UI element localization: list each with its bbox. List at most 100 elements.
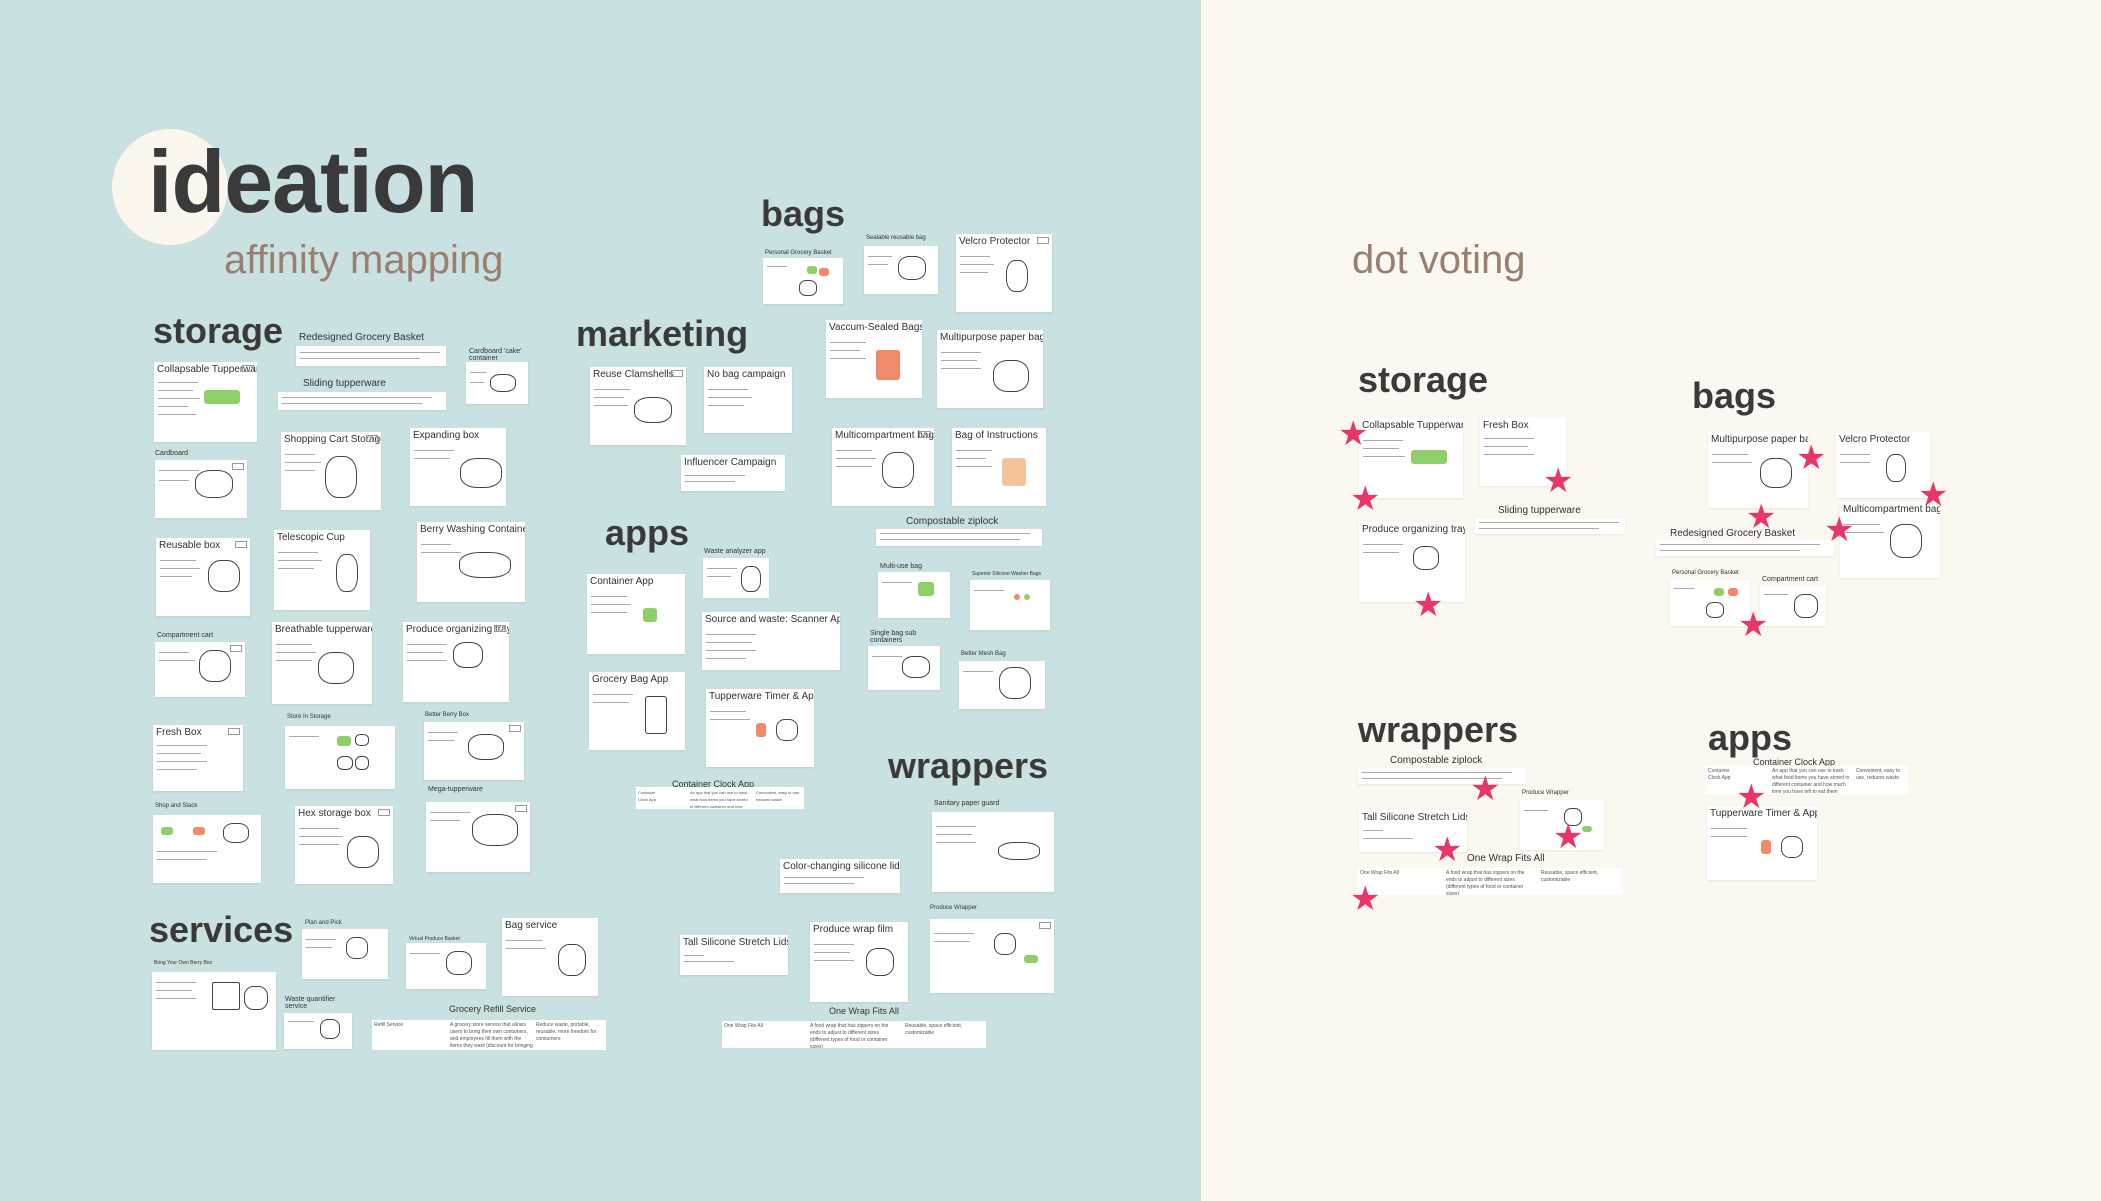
vote-star: ★: [1413, 586, 1444, 624]
card-grocery-refill[interactable]: Refill Service A grocery store service t…: [372, 1020, 606, 1050]
card-sliding-tupperware[interactable]: [278, 392, 446, 410]
card-tall-silicone[interactable]: Tall Silicone Stretch Lids: [680, 935, 788, 975]
vote-card-tupperware-timer[interactable]: Tupperware Timer & App: [1707, 806, 1817, 880]
vote-star: ★: [1470, 770, 1501, 808]
card-cardboard-cake-title: Cardboard 'cake' container: [469, 348, 522, 362]
card-expanding-box[interactable]: Expanding box: [410, 428, 506, 506]
card-cardboard-title: Cardboard: [155, 450, 189, 457]
card-multipurpose-paper-bag[interactable]: Multipurpose paper bag: [937, 330, 1043, 408]
card-produce-wrapper[interactable]: [930, 919, 1054, 993]
card-waste-analyzer-title: Waste analyzer app: [704, 548, 766, 555]
card-bring-your-own-title: Bring Your Own Berry Box: [154, 960, 213, 966]
card-multicompartment-bag[interactable]: Multicompartment bag: [832, 428, 934, 506]
vote-card-compartment-cart[interactable]: [1760, 586, 1826, 626]
card-influencer-campaign[interactable]: Influencer Campaign: [681, 455, 785, 491]
vote-card-produce-wrapper-title: Produce Wrapper: [1522, 790, 1569, 796]
vote-star: ★: [1350, 480, 1381, 518]
card-mega-tupperware-title: Mega-tupperware: [428, 786, 483, 793]
card-hex-storage-box[interactable]: Hex storage box: [295, 806, 393, 884]
card-sanitary-paper-guard-title: Sanitary paper guard: [934, 800, 1000, 807]
card-reusable-box[interactable]: Reusable box: [156, 538, 250, 616]
card-better-berry-box-title: Better Berry Box: [425, 712, 470, 718]
card-superior-silicone-title: Superior Silicone Washer Bags: [972, 571, 1042, 577]
vote-group-bags: bags: [1692, 375, 1777, 416]
group-storage: storage: [153, 310, 284, 351]
vote-star: ★: [1432, 831, 1463, 869]
vote-card-compartment-cart-title: Compartment cart: [1762, 576, 1819, 583]
group-marketing: marketing: [576, 313, 749, 354]
card-berry-washing[interactable]: Berry Washing Container: [417, 522, 525, 602]
vote-group-apps: apps: [1708, 717, 1793, 758]
card-color-changing-lids[interactable]: Color-changing silicone lids: [780, 859, 900, 893]
vote-star: ★: [1918, 476, 1949, 514]
vote-star: ★: [1738, 606, 1769, 644]
card-single-bag-sub[interactable]: [868, 646, 940, 690]
card-sealable-reusable-bag[interactable]: [864, 246, 938, 294]
card-virtual-produce-basket[interactable]: [406, 943, 486, 989]
card-breathable-tupperware[interactable]: Breathable tupperware: [272, 622, 372, 704]
card-sliding-tupperware-title: Sliding tupperware: [303, 378, 386, 389]
vote-card-velcro-protector[interactable]: Velcro Protector: [1836, 432, 1930, 498]
card-tupperware-timer[interactable]: Tupperware Timer & App: [706, 689, 814, 767]
card-telescopic-cup[interactable]: Telescopic Cup: [274, 530, 370, 610]
card-container-clock[interactable]: Container Clock App An app that you can …: [636, 787, 804, 809]
card-shopping-cart-storage[interactable]: Shopping Cart Storage: [281, 432, 381, 510]
vote-card-compostable-ziplock[interactable]: [1358, 768, 1526, 784]
card-sanitary-paper-guard[interactable]: [932, 812, 1054, 892]
card-better-mesh-bag[interactable]: [959, 661, 1045, 709]
card-compartment-cart[interactable]: [155, 642, 245, 697]
vote-card-multipurpose-paper-bag[interactable]: Multipurpose paper bag: [1708, 432, 1808, 508]
card-store-in-storage-title: Store In Storage: [287, 714, 331, 720]
card-plan-and-pick[interactable]: [302, 929, 388, 979]
card-compartment-cart-title: Compartment cart: [157, 632, 214, 639]
card-waste-quantifier[interactable]: [284, 1013, 352, 1049]
card-cardboard-cake[interactable]: [466, 362, 528, 404]
dot-voting-panel: [1201, 0, 2101, 1201]
card-grocery-refill-title: Grocery Refill Service: [449, 1004, 537, 1014]
card-grocery-bag-app[interactable]: Grocery Bag App: [589, 672, 685, 750]
vote-card-produce-organizing-tray[interactable]: Produce organizing tray: [1359, 522, 1465, 602]
card-bag-of-instructions[interactable]: Bag of Instructions: [952, 428, 1046, 506]
card-cardboard[interactable]: [155, 460, 247, 518]
card-redesigned-grocery-basket[interactable]: [296, 346, 446, 366]
card-superior-silicone[interactable]: [970, 580, 1050, 630]
vote-card-sliding-tupperware[interactable]: [1475, 518, 1625, 534]
card-better-berry-box[interactable]: [424, 722, 524, 780]
card-mega-tupperware[interactable]: [426, 802, 530, 872]
card-vaccum-sealed-bags[interactable]: Vaccum-Sealed Bags: [826, 320, 922, 398]
group-services: services: [149, 909, 294, 950]
vote-group-storage: storage: [1358, 359, 1489, 400]
vote-card-redesigned-grocery-basket[interactable]: [1656, 540, 1834, 556]
vote-card-one-wrap-fits-all[interactable]: One Wrap Fits All A food wrap that has z…: [1358, 868, 1622, 895]
vote-star: ★: [1543, 462, 1574, 500]
card-produce-wrap-film[interactable]: Produce wrap film: [810, 922, 908, 1002]
card-bag-service[interactable]: Bag service: [502, 918, 598, 996]
card-multi-use-bag[interactable]: [878, 572, 950, 618]
page-title: ideation: [148, 132, 478, 231]
card-shop-and-stack[interactable]: [153, 815, 261, 883]
card-produce-organizing-tray[interactable]: Produce organizing tray: [403, 622, 509, 702]
card-compostable-ziplock[interactable]: [876, 529, 1042, 546]
vote-star: ★: [1553, 818, 1584, 856]
card-shop-and-stack-title: Shop and Stack: [155, 803, 198, 809]
card-fresh-box[interactable]: Fresh Box: [153, 725, 243, 791]
card-collapsable-tupperware[interactable]: Collapsable Tupperware: [154, 362, 257, 442]
card-personal-grocery-basket[interactable]: [763, 258, 843, 304]
card-single-bag-sub-title: Single bag sub containers: [870, 630, 917, 644]
card-multi-use-bag-title: Multi-use bag: [880, 563, 923, 570]
card-container-app[interactable]: Container App: [587, 574, 685, 654]
vote-star: ★: [1824, 511, 1855, 549]
card-source-and-waste[interactable]: Source and waste: Scanner App: [702, 612, 840, 670]
card-better-mesh-bag-title: Better Mesh Bag: [961, 651, 1006, 657]
vote-star: ★: [1350, 880, 1381, 918]
card-virtual-produce-basket-title: Virtual Produce Basket: [409, 936, 460, 942]
card-bring-your-own[interactable]: [152, 972, 276, 1050]
card-redesigned-grocery-basket-title: Redesigned Grocery Basket: [299, 332, 425, 343]
vote-card-sliding-tupperware-title: Sliding tupperware: [1498, 505, 1581, 516]
card-no-bag-campaign[interactable]: No bag campaign: [704, 367, 792, 433]
card-reuse-clamshells[interactable]: Reuse Clamshells: [590, 367, 686, 445]
card-waste-analyzer[interactable]: [703, 558, 769, 598]
card-store-in-storage[interactable]: [285, 726, 395, 789]
card-velcro-protector[interactable]: Velcro Protector: [956, 234, 1052, 312]
card-one-wrap-fits-all[interactable]: One Wrap Fits All A food wrap that has z…: [722, 1021, 986, 1048]
